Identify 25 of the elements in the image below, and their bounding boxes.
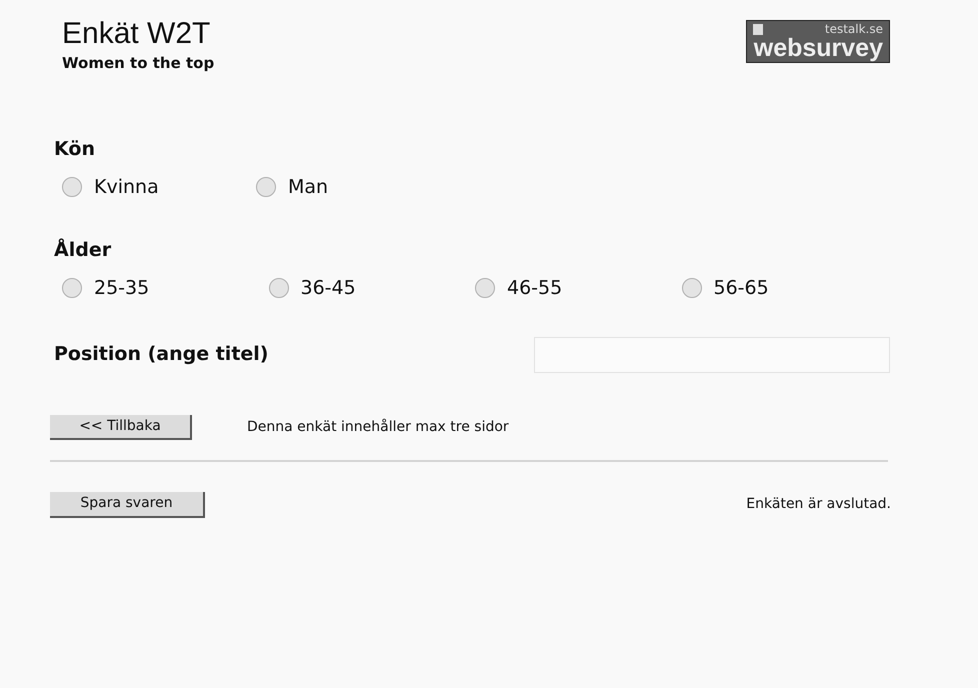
radio-button[interactable] (62, 278, 82, 298)
status-text: Enkäten är avslutad. (746, 495, 891, 514)
survey-title: Enkät W2T (62, 16, 212, 52)
page-note: Denna enkät innehåller max tre sidor (247, 418, 509, 436)
option-label: 46-55 (507, 276, 562, 301)
question-label: Position (ange titel) (54, 342, 268, 368)
radio-button[interactable] (256, 177, 276, 198)
option-label: 36-45 (300, 276, 356, 301)
logo-wordmark: websurvey (754, 36, 883, 60)
option-label: Man (288, 175, 328, 200)
survey-subtitle: Women to the top (62, 53, 214, 74)
question-label: Ålder (54, 237, 112, 262)
input-field[interactable] (534, 336, 890, 372)
option-label: 56-65 (714, 276, 769, 301)
radio-button[interactable] (682, 278, 702, 298)
logo-tagline: testalk.se (824, 23, 883, 36)
logo-icon (753, 24, 763, 35)
radio-button[interactable] (475, 278, 495, 298)
option-label: 25-35 (94, 276, 150, 301)
radio-button[interactable] (62, 177, 82, 198)
back-button[interactable]: << Tillbaka (50, 414, 192, 440)
radio-button[interactable] (268, 278, 288, 298)
question-label: Kön (54, 136, 96, 162)
option-label: Kvinna (94, 175, 159, 200)
save-button[interactable]: Spara svaren (50, 492, 205, 518)
